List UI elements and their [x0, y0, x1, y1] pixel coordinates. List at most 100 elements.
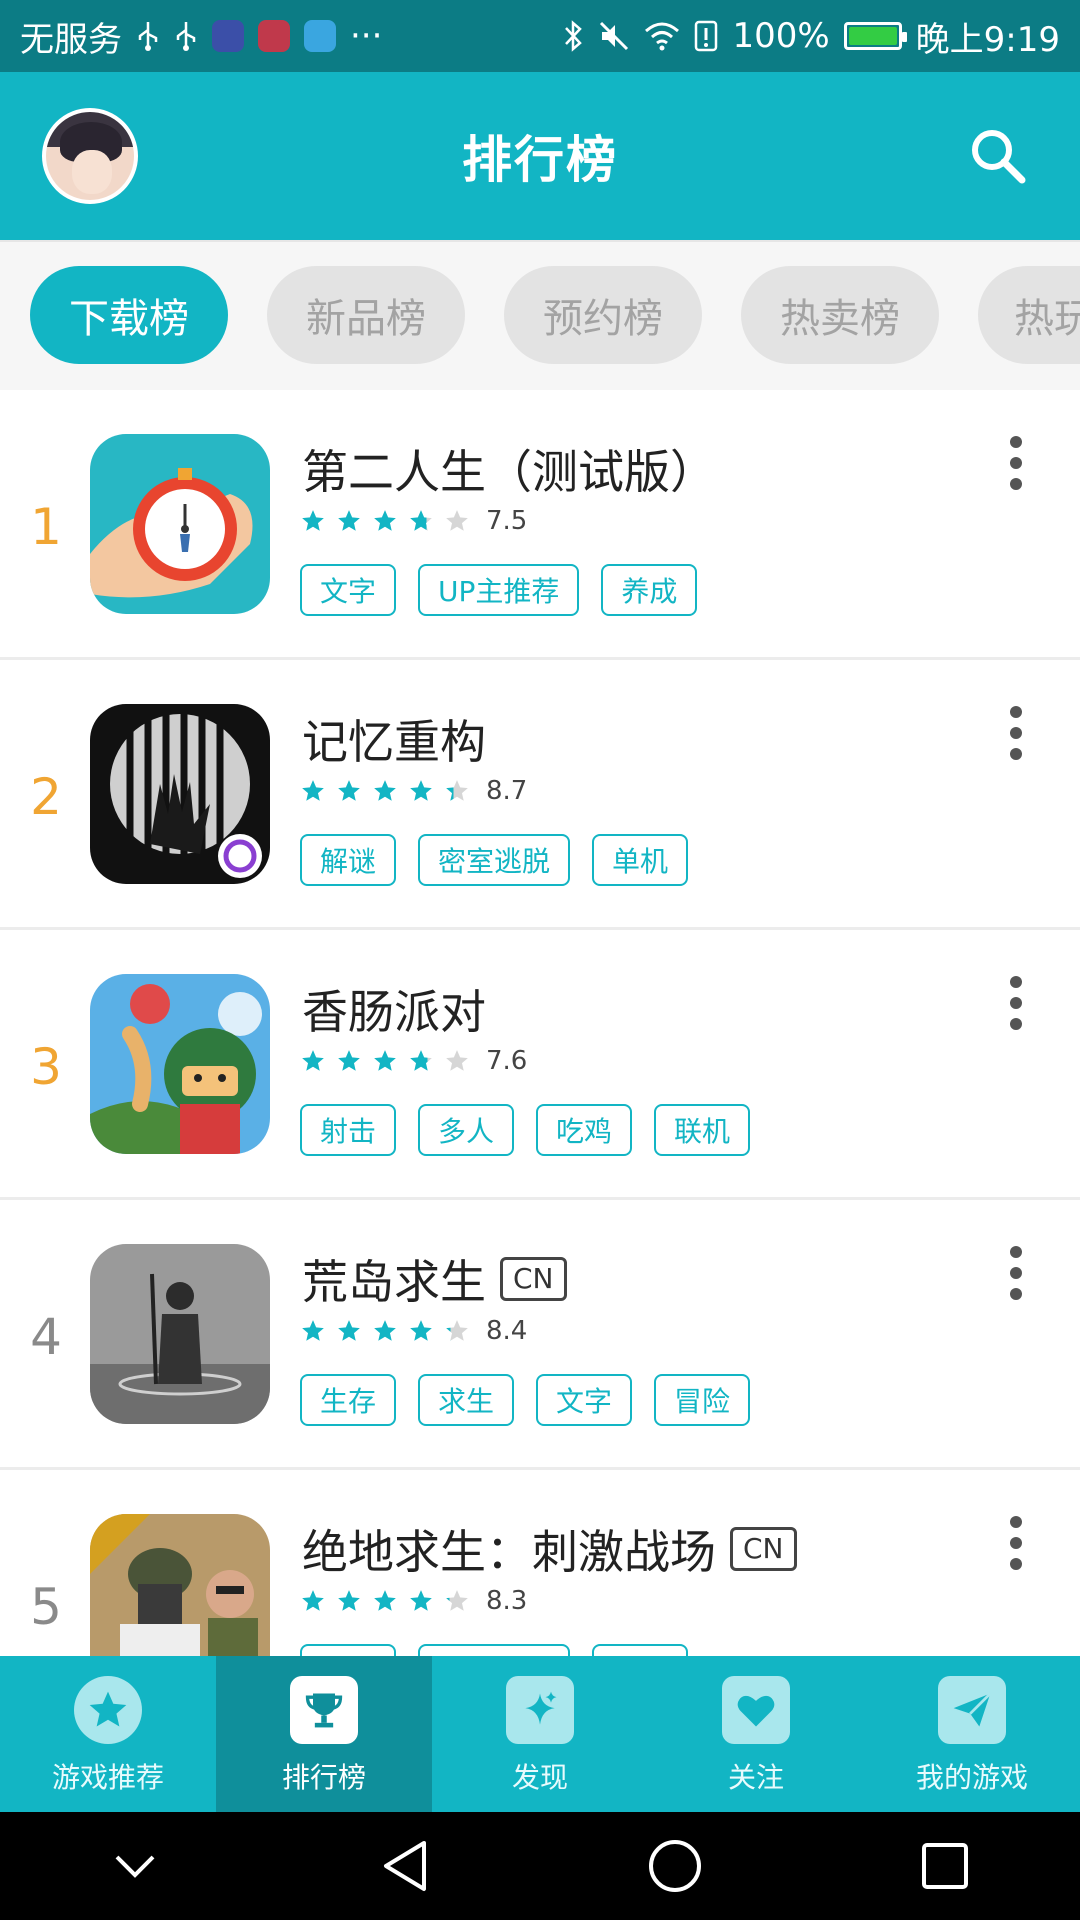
app-notification-icon: [304, 20, 336, 52]
system-nav-bar: [0, 1812, 1080, 1920]
game-title[interactable]: 荒岛求生 CN: [302, 1246, 567, 1312]
tag[interactable]: UP主推荐: [418, 564, 580, 616]
game-title-text: 第二人生（测试版）: [302, 445, 716, 499]
game-title[interactable]: 记忆重构: [302, 706, 486, 772]
tag[interactable]: 联机: [654, 1104, 751, 1156]
bluetooth-icon: [562, 19, 584, 53]
nav-label: 发现: [511, 1761, 568, 1794]
game-row-5[interactable]: 5 绝地求生：刺激战场 CN 8.3 射击 多人竞技 吃鸡: [0, 1470, 1080, 1656]
game-row-3[interactable]: 3 香肠派对 7.6 射击 多人 吃鸡 联机: [0, 930, 1080, 1200]
rating-star-icon: [374, 510, 396, 531]
tab-download[interactable]: 下载榜: [30, 266, 228, 364]
clock: 晚上9:19: [915, 19, 1060, 60]
more-options-icon[interactable]: [1008, 436, 1024, 490]
nav-my-games[interactable]: 我的游戏: [864, 1656, 1080, 1812]
star-rating: 7.5: [300, 506, 527, 536]
rating-score: 8.3: [486, 1586, 528, 1616]
recents-square-icon: [922, 1843, 968, 1889]
hide-nav-button[interactable]: [95, 1826, 175, 1906]
rank-number: 2: [30, 768, 62, 826]
tab-hot-play[interactable]: 热玩榜: [978, 266, 1080, 364]
game-title[interactable]: 绝地求生：刺激战场 CN: [302, 1516, 797, 1582]
tag[interactable]: 射击: [300, 1644, 397, 1656]
tab-new[interactable]: 新品榜: [267, 266, 465, 364]
game-icon-island-survival[interactable]: [90, 1244, 270, 1424]
mute-icon: [598, 20, 630, 52]
game-icon-sausage-party[interactable]: [90, 974, 270, 1154]
app-notification-icon: [258, 20, 290, 52]
tag[interactable]: 解谜: [300, 834, 397, 886]
region-badge: CN: [730, 1527, 797, 1571]
rating-star-icon: [446, 510, 468, 531]
tag[interactable]: 吃鸡: [592, 1644, 689, 1656]
more-options-icon[interactable]: [1008, 976, 1024, 1030]
rating-star-icon: [410, 510, 432, 531]
more-options-icon[interactable]: [1008, 706, 1024, 760]
game-icon-stopwatch[interactable]: [90, 434, 270, 614]
tab-bestselling[interactable]: 热卖榜: [741, 266, 939, 364]
tag[interactable]: 多人竞技: [418, 1644, 571, 1656]
nav-label: 游戏推荐: [51, 1761, 164, 1794]
nav-ranking[interactable]: 排行榜: [216, 1656, 432, 1812]
star-rating: 8.4: [300, 1316, 527, 1346]
nav-game-recommend[interactable]: 游戏推荐: [0, 1656, 216, 1812]
rating-star-icon: [410, 1320, 432, 1341]
rating-star-icon: [446, 1050, 468, 1071]
rating-score: 7.6: [486, 1046, 528, 1076]
tag[interactable]: 生存: [300, 1374, 397, 1426]
tag[interactable]: 文字: [300, 564, 397, 616]
status-bar: 无服务 ··· 100% 晚上9:19: [0, 0, 1080, 72]
nav-label: 排行榜: [281, 1761, 366, 1794]
tag-list: 文字 UP主推荐 养成: [300, 564, 698, 616]
tag[interactable]: 多人: [418, 1104, 515, 1156]
tag[interactable]: 文字: [536, 1374, 633, 1426]
battery-percent: 100%: [732, 16, 830, 56]
game-title-text: 绝地求生：刺激战场: [302, 1525, 716, 1579]
app-header: 排行榜: [0, 72, 1080, 240]
game-icon-memory[interactable]: [90, 704, 270, 884]
rating-star-icon: [374, 1320, 396, 1341]
nav-follow[interactable]: 关注: [648, 1656, 864, 1812]
tag-list: 生存 求生 文字 冒险: [300, 1374, 751, 1426]
nav-label: 我的游戏: [915, 1761, 1028, 1794]
tag[interactable]: 吃鸡: [536, 1104, 633, 1156]
rank-number: 4: [30, 1308, 62, 1366]
rating-score: 8.4: [486, 1316, 528, 1346]
game-row-2[interactable]: 2 记忆重构 8.7 解谜 密室逃脱 单机: [0, 660, 1080, 930]
search-button[interactable]: [966, 124, 1030, 188]
app-notification-icon: [212, 20, 244, 52]
bottom-nav: 游戏推荐 排行榜 发现 关注 我的游戏: [0, 1656, 1080, 1812]
game-title[interactable]: 第二人生（测试版）: [302, 436, 716, 502]
carrier-text: 无服务: [20, 19, 122, 60]
game-row-1[interactable]: 1 第二人生（测试版） 7.5 文字 UP主推荐 养成: [0, 390, 1080, 660]
tag-list: 解谜 密室逃脱 单机: [300, 834, 689, 886]
more-options-icon[interactable]: [1008, 1246, 1024, 1300]
rating-star-icon: [302, 1050, 324, 1071]
rating-star-icon: [338, 780, 360, 801]
game-icon-pubg[interactable]: [90, 1514, 270, 1656]
tag[interactable]: 求生: [418, 1374, 515, 1426]
home-button[interactable]: [635, 1826, 715, 1906]
recents-button[interactable]: [905, 1826, 985, 1906]
game-title-text: 记忆重构: [302, 715, 486, 769]
rating-star-icon: [302, 1320, 324, 1341]
tag[interactable]: 冒险: [654, 1374, 751, 1426]
rank-number: 1: [30, 498, 62, 556]
battery-icon: [843, 22, 907, 50]
rating-score: 8.7: [486, 776, 528, 806]
search-icon: [972, 130, 1026, 184]
tag[interactable]: 密室逃脱: [418, 834, 571, 886]
tag[interactable]: 单机: [592, 834, 689, 886]
tag[interactable]: 养成: [601, 564, 698, 616]
tab-reservation[interactable]: 预约榜: [504, 266, 702, 364]
wifi-icon: [644, 21, 680, 51]
avatar[interactable]: [42, 108, 138, 204]
nav-discover[interactable]: 发现: [432, 1656, 648, 1812]
game-title[interactable]: 香肠派对: [302, 976, 486, 1042]
back-button[interactable]: [365, 1826, 445, 1906]
tag[interactable]: 射击: [300, 1104, 397, 1156]
usb-icon: [174, 20, 198, 52]
more-options-icon[interactable]: [1008, 1516, 1024, 1570]
rating-star-icon: [410, 1590, 432, 1611]
game-row-4[interactable]: 4 荒岛求生 CN 8.4 生存 求生 文字 冒险: [0, 1200, 1080, 1470]
